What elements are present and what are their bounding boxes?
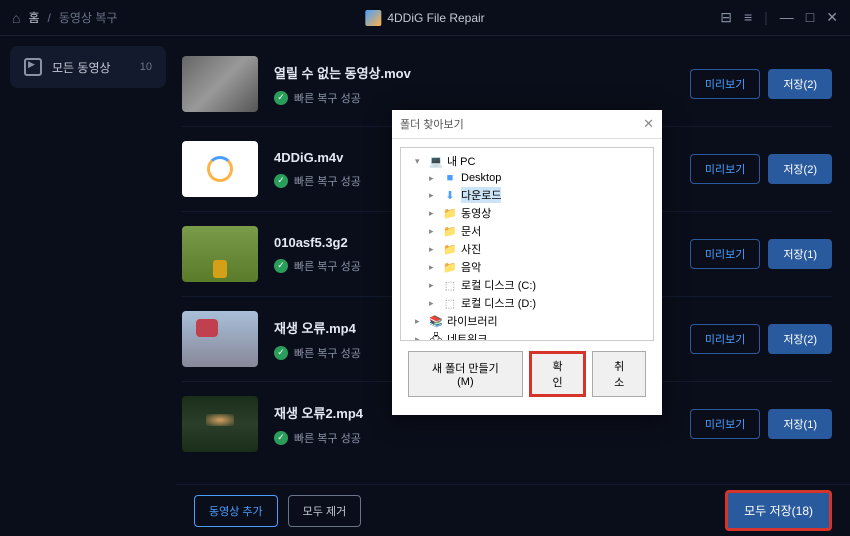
check-icon: ✓ — [274, 431, 288, 445]
ok-button[interactable]: 확인 — [529, 351, 587, 397]
feedback-icon[interactable]: ⊟ — [720, 9, 732, 26]
tree-item-music[interactable]: ▸📁음악 — [405, 258, 649, 276]
check-icon: ✓ — [274, 259, 288, 273]
cancel-button[interactable]: 취소 — [592, 351, 646, 397]
folder-browse-dialog: 폴더 찾아보기 ✕ ▾💻내 PC ▸■Desktop ▸⬇다운로드 ▸📁동영상 … — [392, 110, 662, 415]
add-video-button[interactable]: 동영상 추가 — [194, 495, 278, 527]
save-button[interactable]: 저장(1) — [768, 409, 832, 439]
tree-item-disk-d[interactable]: ▸⬚로컬 디스크 (D:) — [405, 294, 649, 312]
tree-item-network[interactable]: ▸🖧네트워크 — [405, 330, 649, 341]
breadcrumb: ⌂ 홈 / 동영상 복구 — [12, 9, 117, 26]
minimize-icon[interactable]: — — [780, 9, 794, 26]
tree-item-disk-c[interactable]: ▸⬚로컬 디스크 (C:) — [405, 276, 649, 294]
tree-item-pictures[interactable]: ▸📁사진 — [405, 240, 649, 258]
maximize-icon[interactable]: □ — [806, 9, 814, 26]
preview-button[interactable]: 미리보기 — [690, 409, 760, 439]
save-all-button[interactable]: 모두 저장(18) — [725, 490, 832, 531]
video-icon — [24, 58, 42, 76]
preview-button[interactable]: 미리보기 — [690, 324, 760, 354]
check-icon: ✓ — [274, 174, 288, 188]
thumbnail — [182, 141, 258, 197]
remove-all-button[interactable]: 모두 제거 — [288, 495, 362, 527]
new-folder-button[interactable]: 새 폴더 만들기(M) — [408, 351, 523, 397]
app-logo-icon — [365, 10, 381, 26]
check-icon: ✓ — [274, 91, 288, 105]
preview-button[interactable]: 미리보기 — [690, 69, 760, 99]
thumbnail — [182, 226, 258, 282]
sidebar: 모든 동영상 10 — [0, 36, 176, 484]
thumbnail — [182, 396, 258, 452]
check-icon: ✓ — [274, 346, 288, 360]
tree-item-libraries[interactable]: ▸📚라이브러리 — [405, 312, 649, 330]
dialog-title: 폴더 찾아보기 — [400, 116, 464, 132]
preview-button[interactable]: 미리보기 — [690, 239, 760, 269]
file-status: ✓빠른 복구 성공 — [274, 90, 674, 106]
app-title: 4DDiG File Repair — [365, 10, 484, 26]
save-button[interactable]: 저장(2) — [768, 324, 832, 354]
sidebar-item-label: 모든 동영상 — [52, 59, 111, 76]
dialog-close-icon[interactable]: ✕ — [643, 116, 654, 132]
thumbnail — [182, 56, 258, 112]
dialog-titlebar: 폴더 찾아보기 ✕ — [392, 110, 662, 138]
tree-item-downloads[interactable]: ▸⬇다운로드 — [405, 186, 649, 204]
sidebar-item-count: 10 — [140, 61, 152, 73]
folder-tree[interactable]: ▾💻내 PC ▸■Desktop ▸⬇다운로드 ▸📁동영상 ▸📁문서 ▸📁사진 … — [400, 147, 654, 341]
preview-button[interactable]: 미리보기 — [690, 154, 760, 184]
menu-icon[interactable]: ≡ — [744, 9, 752, 26]
save-button[interactable]: 저장(2) — [768, 154, 832, 184]
file-name: 열릴 수 없는 동영상.mov — [274, 63, 674, 82]
bottom-bar: 동영상 추가 모두 제거 모두 저장(18) — [176, 484, 850, 536]
window-controls: ⊟ ≡ | — □ ✕ — [720, 9, 838, 26]
save-button[interactable]: 저장(1) — [768, 239, 832, 269]
close-icon[interactable]: ✕ — [826, 9, 838, 26]
home-icon[interactable]: ⌂ — [12, 10, 20, 26]
file-status: ✓빠른 복구 성공 — [274, 430, 674, 446]
titlebar: ⌂ 홈 / 동영상 복구 4DDiG File Repair ⊟ ≡ | — □… — [0, 0, 850, 36]
tree-item-documents[interactable]: ▸📁문서 — [405, 222, 649, 240]
sidebar-item-all-videos[interactable]: 모든 동영상 10 — [10, 46, 166, 88]
breadcrumb-home[interactable]: 홈 — [28, 9, 39, 26]
save-button[interactable]: 저장(2) — [768, 69, 832, 99]
tree-item-pc[interactable]: ▾💻내 PC — [405, 152, 649, 170]
tree-item-videos[interactable]: ▸📁동영상 — [405, 204, 649, 222]
thumbnail — [182, 311, 258, 367]
tree-item-desktop[interactable]: ▸■Desktop — [405, 170, 649, 186]
breadcrumb-current: 동영상 복구 — [59, 9, 118, 26]
